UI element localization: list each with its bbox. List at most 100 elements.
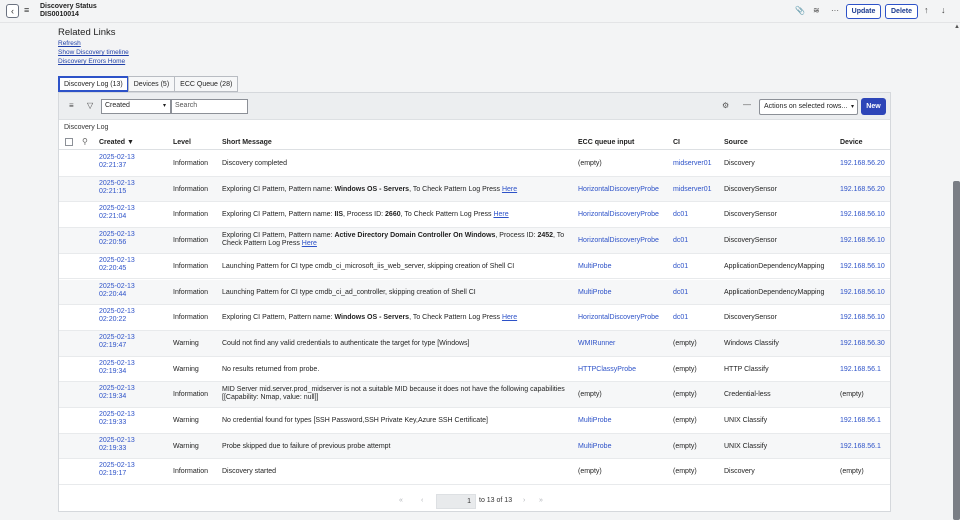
created-link[interactable]: 2025-02-13 02:19:47 xyxy=(99,334,135,350)
ecc-queue-input-cell[interactable]: HorizontalDiscoveryProbe xyxy=(578,186,659,193)
device-cell[interactable]: 192.168.56.10 xyxy=(840,237,890,244)
next-page-icon[interactable]: › xyxy=(523,497,525,504)
ecc-queue-input-cell[interactable]: MultiProbe xyxy=(578,289,611,296)
device-cell[interactable]: 192.168.56.10 xyxy=(840,314,890,321)
ci-cell[interactable]: dc01 xyxy=(673,237,688,244)
table-row[interactable]: 2025-02-13 02:19:47 Warning Could not find … xyxy=(59,330,890,357)
discovery-errors-home-link[interactable]: Discovery Errors Home xyxy=(58,58,125,65)
ci-cell[interactable]: midserver01 xyxy=(673,160,712,167)
back-icon[interactable]: ‹ xyxy=(6,4,19,18)
table-row[interactable]: 2025-02-13 02:21:04 Information Exploring C… xyxy=(59,202,890,229)
ecc-queue-input-cell[interactable]: HorizontalDiscoveryProbe xyxy=(578,314,659,321)
created-link[interactable]: 2025-02-13 02:20:45 xyxy=(99,257,135,273)
scroll-up-icon[interactable]: ▲ xyxy=(954,24,960,30)
ci-cell[interactable]: midserver01 xyxy=(673,186,712,193)
menu-icon[interactable]: ≡ xyxy=(24,5,29,15)
device-cell[interactable]: 192.168.56.20 xyxy=(840,186,890,193)
page-scrollbar[interactable] xyxy=(953,181,960,520)
first-page-icon[interactable]: « xyxy=(399,497,403,504)
settings-sliders-icon[interactable]: ≋ xyxy=(813,6,820,15)
created-link[interactable]: 2025-02-13 02:19:33 xyxy=(99,437,135,453)
ecc-queue-input-cell[interactable]: MultiProbe xyxy=(578,417,611,424)
show-discovery-timeline-link[interactable]: Show Discovery timeline xyxy=(58,49,129,56)
device-cell[interactable]: 192.168.56.1 xyxy=(840,443,890,450)
ecc-queue-input-cell[interactable]: MultiProbe xyxy=(578,443,611,450)
created-link[interactable]: 2025-02-13 02:19:17 xyxy=(99,462,135,478)
created-link[interactable]: 2025-02-13 02:19:33 xyxy=(99,411,135,427)
created-link[interactable]: 2025-02-13 02:20:44 xyxy=(99,283,135,299)
table-row[interactable]: 2025-02-13 02:20:22 Information Exploring C… xyxy=(59,305,890,331)
search-icon[interactable]: ⚲ xyxy=(82,137,88,146)
actions-select[interactable]: Actions on selected rows... ▾ xyxy=(759,99,858,115)
ecc-queue-input-cell[interactable]: HorizontalDiscoveryProbe xyxy=(578,211,659,218)
created-link[interactable]: 2025-02-13 02:20:56 xyxy=(99,231,135,247)
ci-cell[interactable]: dc01 xyxy=(673,289,688,296)
refresh-link[interactable]: Refresh xyxy=(58,40,81,47)
arrow-up-icon[interactable]: ↑ xyxy=(924,5,929,15)
ci-cell[interactable]: dc01 xyxy=(673,211,688,218)
pattern-log-link[interactable]: Here xyxy=(502,314,517,321)
col-created[interactable]: Created ▼ xyxy=(99,139,134,146)
new-button[interactable]: New xyxy=(861,98,886,115)
device-cell[interactable]: 192.168.56.30 xyxy=(840,340,890,347)
device-cell[interactable]: 192.168.56.10 xyxy=(840,289,890,296)
tab-ecc-queue[interactable]: ECC Queue (28) xyxy=(174,76,239,92)
table-row[interactable]: 2025-02-13 02:19:33 Warning No credential f… xyxy=(59,408,890,434)
created-link[interactable]: 2025-02-13 02:21:15 xyxy=(99,180,135,196)
table-row[interactable]: 2025-02-13 02:20:56 Information Exploring C… xyxy=(59,228,890,254)
table-row[interactable]: 2025-02-13 02:19:17 Information Discovery s… xyxy=(59,459,890,486)
ecc-queue-input-cell[interactable]: MultiProbe xyxy=(578,263,611,270)
minus-icon[interactable]: — xyxy=(743,100,751,109)
select-all-checkbox[interactable] xyxy=(65,138,73,146)
created-link[interactable]: 2025-02-13 02:21:04 xyxy=(99,205,135,221)
col-ecc-queue-input[interactable]: ECC queue input xyxy=(578,139,634,146)
table-row[interactable]: 2025-02-13 02:19:34 Information MID Server … xyxy=(59,382,890,408)
col-short-message[interactable]: Short Message xyxy=(222,139,272,146)
table-row[interactable]: 2025-02-13 02:20:44 Information Launching P… xyxy=(59,279,890,306)
col-level[interactable]: Level xyxy=(173,139,191,146)
device-cell[interactable]: 192.168.56.1 xyxy=(840,417,890,424)
device-cell[interactable]: 192.168.56.10 xyxy=(840,263,890,270)
col-device[interactable]: Device xyxy=(840,139,863,146)
ci-cell[interactable]: dc01 xyxy=(673,263,688,270)
table-row[interactable]: 2025-02-13 02:21:15 Information Exploring C… xyxy=(59,176,890,203)
table-row[interactable]: 2025-02-13 02:21:37 Information Discovery c… xyxy=(59,151,890,177)
hamburger-icon[interactable]: ≡ xyxy=(69,101,74,110)
col-ci[interactable]: CI xyxy=(673,139,680,146)
arrow-down-icon[interactable]: ↓ xyxy=(941,5,946,15)
page-input[interactable]: 1 xyxy=(436,494,476,509)
actions-select-value: Actions on selected rows... xyxy=(764,103,848,110)
pattern-log-link[interactable]: Here xyxy=(302,240,317,247)
device-cell[interactable]: 192.168.56.20 xyxy=(840,160,890,167)
created-link[interactable]: 2025-02-13 02:19:34 xyxy=(99,385,135,401)
col-source[interactable]: Source xyxy=(724,139,748,146)
update-button[interactable]: Update xyxy=(846,4,881,19)
device-cell[interactable]: 192.168.56.10 xyxy=(840,211,890,218)
ci-cell[interactable]: dc01 xyxy=(673,314,688,321)
search-input[interactable]: Search xyxy=(171,99,248,114)
ecc-queue-input-cell[interactable]: HTTPClassyProbe xyxy=(578,366,636,373)
attachment-icon[interactable]: 📎 xyxy=(795,6,805,15)
tab-discovery-log[interactable]: Discovery Log (13) xyxy=(58,76,129,92)
created-link[interactable]: 2025-02-13 02:19:34 xyxy=(99,360,135,376)
last-page-icon[interactable]: » xyxy=(539,497,543,504)
filter-icon[interactable]: ▽ xyxy=(87,101,93,110)
delete-button[interactable]: Delete xyxy=(885,4,918,19)
gear-icon[interactable]: ⚙ xyxy=(722,101,729,110)
source-cell: HTTP Classify xyxy=(724,365,769,373)
ecc-queue-input-cell[interactable]: HorizontalDiscoveryProbe xyxy=(578,237,659,244)
device-cell[interactable]: 192.168.56.1 xyxy=(840,366,890,373)
table-row[interactable]: 2025-02-13 02:20:45 Information Launching P… xyxy=(59,254,890,280)
table-row[interactable]: 2025-02-13 02:19:34 Warning No results retu… xyxy=(59,357,890,383)
more-icon[interactable]: ··· xyxy=(831,6,839,15)
tab-devices[interactable]: Devices (5) xyxy=(127,76,176,92)
pattern-log-link[interactable]: Here xyxy=(493,211,508,218)
table-row[interactable]: 2025-02-13 02:19:33 Warning Probe skipped d… xyxy=(59,433,890,460)
created-link[interactable]: 2025-02-13 02:20:22 xyxy=(99,308,135,324)
pattern-log-link[interactable]: Here xyxy=(502,186,517,193)
message-text: , To Check Pattern Log Press xyxy=(409,185,502,193)
prev-page-icon[interactable]: ‹ xyxy=(421,497,423,504)
search-field-select[interactable]: Created ▾ xyxy=(101,99,171,114)
created-link[interactable]: 2025-02-13 02:21:37 xyxy=(99,154,135,170)
ecc-queue-input-cell[interactable]: WMIRunner xyxy=(578,340,615,347)
